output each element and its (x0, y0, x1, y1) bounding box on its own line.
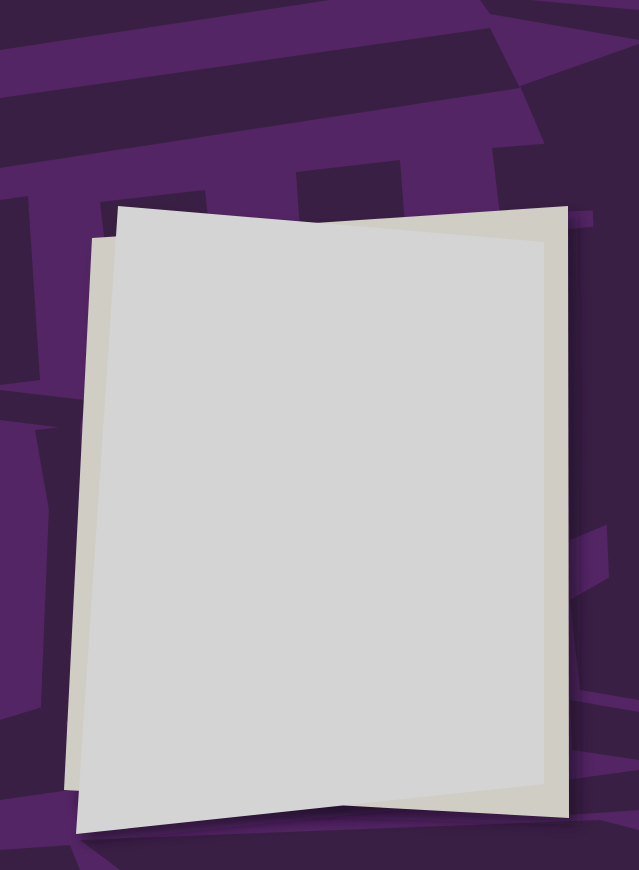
front-paper-sheet (76, 206, 544, 834)
paper-stack-scene (0, 0, 639, 870)
stripe (492, 140, 600, 215)
